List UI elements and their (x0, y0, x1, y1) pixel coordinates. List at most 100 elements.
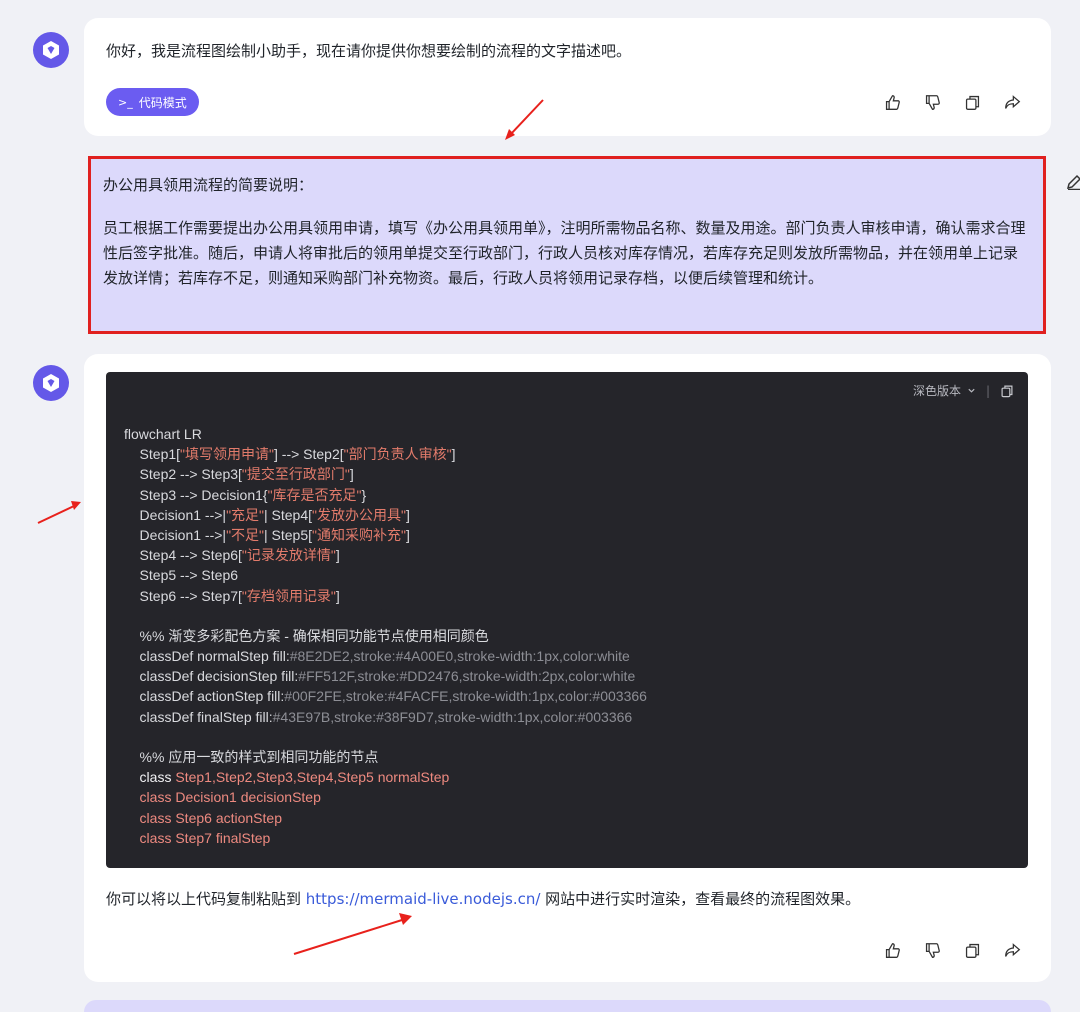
code-token: ] (405, 506, 410, 523)
code-token: "发放办公用具" (312, 506, 406, 523)
code-line: Step6 --> Step7["存档领用记录"] (124, 586, 647, 606)
code-line: Step4 --> Step6["记录发放详情"] (124, 545, 647, 565)
thumbs-down-icon[interactable] (922, 940, 942, 960)
code-token: "提交至行政部门" (241, 466, 350, 483)
code-token: } (361, 486, 367, 503)
code-token: class (124, 769, 176, 786)
copy-icon[interactable] (962, 940, 982, 960)
code-content: flowchart LR Step1["填写领用申请"] --> Step2["… (124, 424, 647, 848)
code-token: Step1[ (124, 446, 181, 463)
code-token: #8E2DE2,stroke:#4A00E0,stroke-width:1px,… (289, 648, 630, 665)
instruction-prefix: 你可以将以上代码复制粘贴到 (106, 890, 306, 908)
code-token: classDef normalStep fill: (124, 648, 290, 665)
code-line: Step2 --> Step3["提交至行政部门"] (124, 464, 647, 484)
code-token: flowchart LR (124, 426, 202, 442)
code-token: ] (349, 466, 354, 483)
code-token: Step5 --> Step6 (124, 567, 239, 584)
code-line: classDef actionStep fill:#00F2FE,stroke:… (124, 686, 647, 706)
user-message-bubble: 办公用具领用流程的简要说明： 员工根据工作需要提出办公用具领用申请，填写《办公用… (88, 156, 1046, 334)
code-mode-button[interactable]: >_ 代码模式 (106, 88, 199, 116)
code-line: Step3 --> Decision1{"库存是否充足"} (124, 485, 647, 505)
code-token: ] (405, 526, 410, 543)
thumbs-up-icon[interactable] (882, 92, 902, 112)
assistant-code-card: 深色版本 | flowchart LR Step1["填写领用申请"] --> … (84, 354, 1051, 982)
code-block: 深色版本 | flowchart LR Step1["填写领用申请"] --> … (106, 372, 1028, 868)
code-token: "不足" (226, 526, 265, 543)
code-token: | Step5[ (264, 526, 313, 543)
code-line: classDef normalStep fill:#8E2DE2,stroke:… (124, 646, 647, 666)
share-icon[interactable] (1002, 92, 1022, 112)
code-token: | Step4[ (264, 506, 313, 523)
message-actions (882, 92, 1022, 112)
share-icon[interactable] (1002, 940, 1022, 960)
assistant-avatar (33, 365, 69, 401)
mermaid-live-link[interactable]: https://mermaid-live.nodejs.cn/ (306, 890, 541, 908)
code-token: classDef actionStep fill: (124, 688, 285, 705)
code-token: ] (335, 587, 340, 604)
code-line: Decision1 -->|"充足"| Step4["发放办公用具"] (124, 505, 647, 525)
code-token: Step4 --> Step6[ (124, 547, 242, 564)
code-token: ] --> Step2[ (274, 446, 344, 463)
code-token: "充足" (226, 506, 265, 523)
message-actions (882, 940, 1022, 960)
code-token: Step1,Step2,Step3,Step4,Step5 normalStep (175, 769, 450, 786)
code-token: ] (335, 547, 340, 564)
code-token: ] (451, 446, 456, 463)
code-line: class Step7 finalStep (124, 828, 647, 848)
render-instruction-text: 你可以将以上代码复制粘贴到 https://mermaid-live.nodej… (106, 888, 860, 909)
instruction-suffix: 网站中进行实时渲染，查看最终的流程图效果。 (540, 890, 861, 908)
code-token: "通知采购补充" (312, 526, 406, 543)
code-token: %% 渐变多彩配色方案 - 确保相同功能节点使用相同颜色 (124, 627, 489, 644)
code-token: #43E97B,stroke:#38F9D7,stroke-width:1px,… (272, 708, 633, 725)
terminal-icon: >_ (118, 95, 133, 109)
code-token: #FF512F,stroke:#DD2476,stroke-width:2px,… (298, 668, 636, 685)
copy-code-icon[interactable] (1000, 384, 1014, 398)
code-token: classDef decisionStep fill: (124, 668, 299, 685)
code-token: "填写领用申请" (180, 446, 274, 463)
code-line: classDef finalStep fill:#43E97B,stroke:#… (124, 707, 647, 727)
code-token: Step2 --> Step3[ (124, 466, 242, 483)
code-token: %% 应用一致的样式到相同功能的节点 (124, 749, 379, 765)
user-message-title: 办公用具领用流程的简要说明： (103, 176, 314, 194)
code-token: Step6 --> Step7[ (124, 587, 242, 604)
code-token: #00F2FE,stroke:#4FACFE,stroke-width:1px,… (284, 688, 647, 705)
annotation-arrow (505, 99, 544, 140)
code-line: class Decision1 decisionStep (124, 787, 647, 807)
theme-selector[interactable]: 深色版本 (913, 382, 976, 399)
code-token: class Step7 finalStep (124, 829, 271, 846)
assistant-logo-icon (43, 374, 59, 392)
code-line: class Step6 actionStep (124, 808, 647, 828)
code-block-header: 深色版本 | (913, 382, 1014, 399)
assistant-logo-icon (43, 41, 59, 59)
code-line: class Step1,Step2,Step3,Step4,Step5 norm… (124, 767, 647, 787)
code-line: Step5 --> Step6 (124, 565, 647, 585)
assistant-avatar (33, 32, 69, 68)
code-token: "存档领用记录" (241, 587, 336, 604)
user-message-body: 员工根据工作需要提出办公用具领用申请，填写《办公用具领用单》，注明所需物品名称、… (103, 219, 1026, 287)
code-token: Decision1 -->| (124, 526, 227, 543)
code-token: class Step6 actionStep (124, 809, 282, 826)
code-line: classDef decisionStep fill:#FF512F,strok… (124, 666, 647, 686)
greeting-text: 你好，我是流程图绘制小助手，现在请你提供你想要绘制的流程的文字描述吧。 (106, 42, 632, 60)
assistant-greeting-card: 你好，我是流程图绘制小助手，现在请你提供你想要绘制的流程的文字描述吧。 >_ 代… (84, 18, 1051, 136)
annotation-arrow (37, 501, 81, 524)
edit-icon[interactable] (1066, 172, 1080, 190)
code-line: Step1["填写领用申请"] --> Step2["部门负责人审核"] (124, 444, 647, 464)
theme-label: 深色版本 (912, 384, 961, 398)
code-token: "部门负责人审核" (343, 446, 452, 463)
code-token: Step3 --> Decision1{ (124, 486, 268, 503)
code-mode-label: 代码模式 (138, 95, 187, 110)
header-divider: | (985, 383, 990, 398)
thumbs-up-icon[interactable] (882, 940, 902, 960)
thumbs-down-icon[interactable] (922, 92, 942, 112)
code-token: Decision1 -->| (124, 506, 227, 523)
code-line: %% 应用一致的样式到相同功能的节点 (124, 747, 647, 767)
code-token: class Decision1 decisionStep (124, 789, 321, 806)
copy-icon[interactable] (962, 92, 982, 112)
code-line: %% 渐变多彩配色方案 - 确保相同功能节点使用相同颜色 (124, 626, 647, 646)
code-token: "记录发放详情" (241, 547, 336, 564)
annotation-arrow (293, 913, 412, 955)
code-line: flowchart LR (124, 424, 647, 444)
